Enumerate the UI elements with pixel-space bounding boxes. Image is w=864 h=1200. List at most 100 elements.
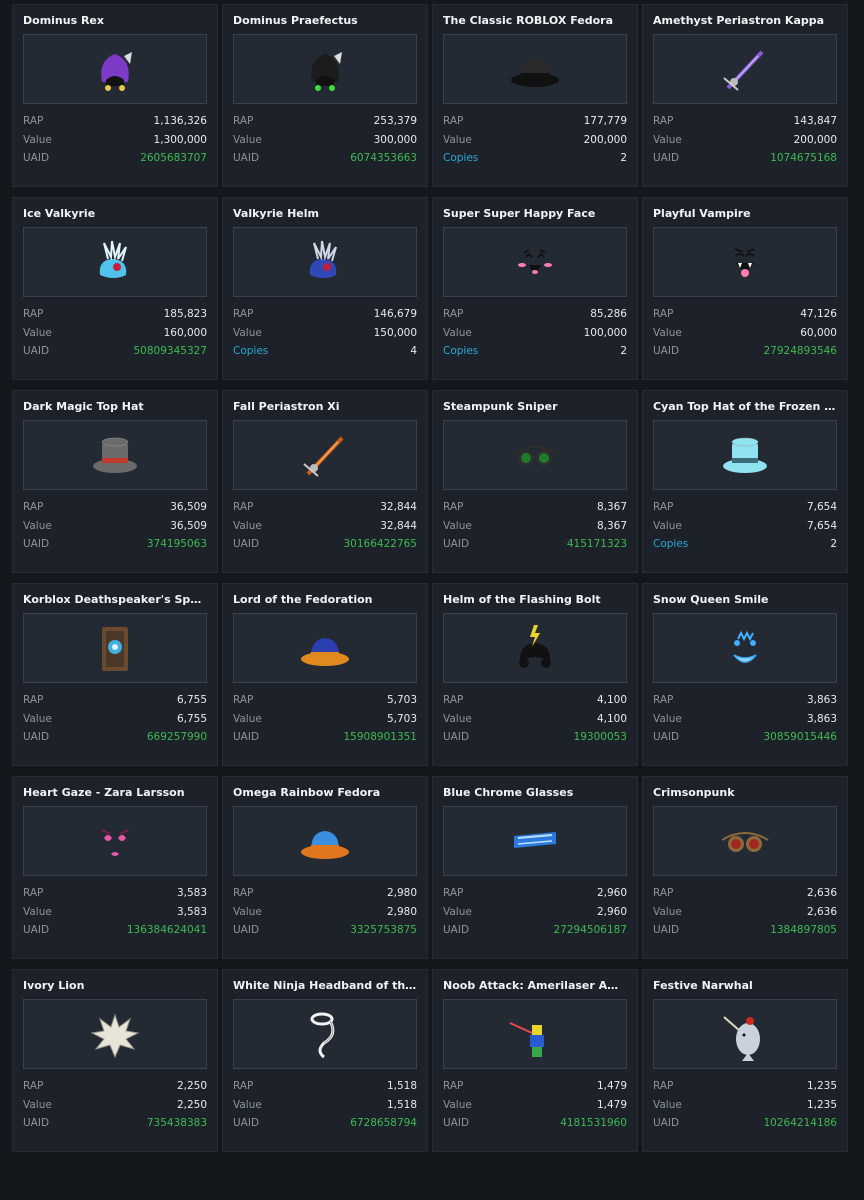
item-thumbnail[interactable]	[443, 227, 627, 297]
item-card[interactable]: Cyan Top Hat of the Frozen North RAP 7,6…	[642, 390, 848, 573]
item-name[interactable]: Super Super Happy Face	[443, 207, 627, 221]
item-name[interactable]: Dark Magic Top Hat	[23, 400, 207, 414]
item-card[interactable]: Noob Attack: Amerilaser Ambush RAP 1,479…	[432, 969, 638, 1152]
item-thumbnail[interactable]	[443, 420, 627, 490]
item-name[interactable]: Crimsonpunk	[653, 786, 837, 800]
item-name[interactable]: Valkyrie Helm	[233, 207, 417, 221]
item-card[interactable]: Ivory Lion RAP 2,250 Value 2,250 UAID 73…	[12, 969, 218, 1152]
copies-label[interactable]: Copies	[443, 149, 478, 168]
item-name[interactable]: Amethyst Periastron Kappa	[653, 14, 837, 28]
item-name[interactable]: The Classic ROBLOX Fedora	[443, 14, 627, 28]
item-name[interactable]: Noob Attack: Amerilaser Ambush	[443, 979, 627, 993]
item-card[interactable]: Super Super Happy Face RAP 85,286 Value …	[432, 197, 638, 380]
uaid-value[interactable]: 19300053	[574, 728, 627, 747]
uaid-value[interactable]: 735438383	[147, 1114, 207, 1133]
item-name[interactable]: Fall Periastron Xi	[233, 400, 417, 414]
item-name[interactable]: Blue Chrome Glasses	[443, 786, 627, 800]
uaid-value[interactable]: 4181531960	[560, 1114, 627, 1133]
item-card[interactable]: Amethyst Periastron Kappa RAP 143,847 Va…	[642, 4, 848, 187]
item-thumbnail[interactable]	[443, 613, 627, 683]
uaid-value[interactable]: 6728658794	[350, 1114, 417, 1133]
item-card[interactable]: Playful Vampire RAP 47,126 Value 60,000 …	[642, 197, 848, 380]
item-thumbnail[interactable]	[233, 806, 417, 876]
item-thumbnail[interactable]	[23, 34, 207, 104]
copies-label[interactable]: Copies	[443, 342, 478, 361]
item-thumbnail[interactable]	[653, 999, 837, 1069]
uaid-value[interactable]: 15908901351	[344, 728, 418, 747]
item-card[interactable]: Valkyrie Helm RAP 146,679 Value 150,000 …	[222, 197, 428, 380]
item-name[interactable]: Snow Queen Smile	[653, 593, 837, 607]
uaid-value[interactable]: 3325753875	[350, 921, 417, 940]
item-name[interactable]: Playful Vampire	[653, 207, 837, 221]
item-card[interactable]: Omega Rainbow Fedora RAP 2,980 Value 2,9…	[222, 776, 428, 959]
item-thumbnail[interactable]	[443, 999, 627, 1069]
item-card[interactable]: Fall Periastron Xi RAP 32,844 Value 32,8…	[222, 390, 428, 573]
item-thumbnail[interactable]	[443, 806, 627, 876]
item-name[interactable]: Heart Gaze - Zara Larsson	[23, 786, 207, 800]
item-name[interactable]: White Ninja Headband of the Unity	[233, 979, 417, 993]
item-thumbnail[interactable]	[653, 227, 837, 297]
uaid-value[interactable]: 27924893546	[764, 342, 838, 361]
item-card[interactable]: Blue Chrome Glasses RAP 2,960 Value 2,96…	[432, 776, 638, 959]
item-name[interactable]: Omega Rainbow Fedora	[233, 786, 417, 800]
item-thumbnail[interactable]	[233, 420, 417, 490]
item-thumbnail[interactable]	[443, 34, 627, 104]
copies-label[interactable]: Copies	[653, 535, 688, 554]
item-card[interactable]: Dark Magic Top Hat RAP 36,509 Value 36,5…	[12, 390, 218, 573]
item-name[interactable]: Dominus Rex	[23, 14, 207, 28]
item-name[interactable]: Helm of the Flashing Bolt	[443, 593, 627, 607]
item-card[interactable]: Heart Gaze - Zara Larsson RAP 3,583 Valu…	[12, 776, 218, 959]
uaid-label: UAID	[23, 152, 50, 164]
item-thumbnail[interactable]	[233, 34, 417, 104]
item-thumbnail[interactable]	[233, 227, 417, 297]
uaid-value[interactable]: 1074675168	[770, 149, 837, 168]
item-thumbnail[interactable]	[23, 613, 207, 683]
item-thumbnail[interactable]	[23, 227, 207, 297]
item-thumbnail[interactable]	[653, 613, 837, 683]
item-thumbnail[interactable]	[23, 420, 207, 490]
uaid-value[interactable]: 27294506187	[554, 921, 628, 940]
item-card[interactable]: Snow Queen Smile RAP 3,863 Value 3,863 U…	[642, 583, 848, 766]
uaid-value[interactable]: 669257990	[147, 728, 207, 747]
item-card[interactable]: Helm of the Flashing Bolt RAP 4,100 Valu…	[432, 583, 638, 766]
item-card[interactable]: Crimsonpunk RAP 2,636 Value 2,636 UAID 1…	[642, 776, 848, 959]
item-card[interactable]: Dominus Rex RAP 1,136,326 Value 1,300,00…	[12, 4, 218, 187]
item-card[interactable]: The Classic ROBLOX Fedora RAP 177,779 Va…	[432, 4, 638, 187]
value-row: Value 3,863	[653, 710, 837, 729]
item-card[interactable]: Steampunk Sniper RAP 8,367 Value 8,367 U…	[432, 390, 638, 573]
uaid-value[interactable]: 30166422765	[344, 535, 418, 554]
item-name[interactable]: Ice Valkyrie	[23, 207, 207, 221]
uaid-value[interactable]: 50809345327	[134, 342, 208, 361]
copies-label[interactable]: Copies	[233, 342, 268, 361]
uaid-value[interactable]: 30859015446	[764, 728, 838, 747]
item-card[interactable]: Dominus Praefectus RAP 253,379 Value 300…	[222, 4, 428, 187]
item-thumbnail[interactable]	[233, 999, 417, 1069]
uaid-value[interactable]: 2605683707	[140, 149, 207, 168]
item-name[interactable]: Korblox Deathspeaker's Spell Book	[23, 593, 207, 607]
item-name[interactable]: Lord of the Fedoration	[233, 593, 417, 607]
item-name[interactable]: Cyan Top Hat of the Frozen North	[653, 400, 837, 414]
item-thumbnail[interactable]	[653, 34, 837, 104]
uaid-value[interactable]: 6074353663	[350, 149, 417, 168]
item-name[interactable]: Ivory Lion	[23, 979, 207, 993]
value-label: Value	[653, 1098, 682, 1111]
item-thumbnail[interactable]	[23, 806, 207, 876]
item-name[interactable]: Festive Narwhal	[653, 979, 837, 993]
item-name[interactable]: Steampunk Sniper	[443, 400, 627, 414]
uaid-value[interactable]: 415171323	[567, 535, 627, 554]
item-card[interactable]: Festive Narwhal RAP 1,235 Value 1,235 UA…	[642, 969, 848, 1152]
item-card[interactable]: Lord of the Fedoration RAP 5,703 Value 5…	[222, 583, 428, 766]
item-card[interactable]: Ice Valkyrie RAP 185,823 Value 160,000 U…	[12, 197, 218, 380]
item-thumbnail[interactable]	[653, 420, 837, 490]
item-thumbnail[interactable]	[653, 806, 837, 876]
value-value: 3,863	[806, 712, 837, 725]
uaid-value[interactable]: 136384624041	[127, 921, 207, 940]
item-card[interactable]: Korblox Deathspeaker's Spell Book RAP 6,…	[12, 583, 218, 766]
uaid-value[interactable]: 374195063	[147, 535, 207, 554]
item-thumbnail[interactable]	[23, 999, 207, 1069]
item-thumbnail[interactable]	[233, 613, 417, 683]
uaid-value[interactable]: 1384897805	[770, 921, 837, 940]
item-name[interactable]: Dominus Praefectus	[233, 14, 417, 28]
uaid-value[interactable]: 10264214186	[764, 1114, 838, 1133]
item-card[interactable]: White Ninja Headband of the Unity RAP 1,…	[222, 969, 428, 1152]
